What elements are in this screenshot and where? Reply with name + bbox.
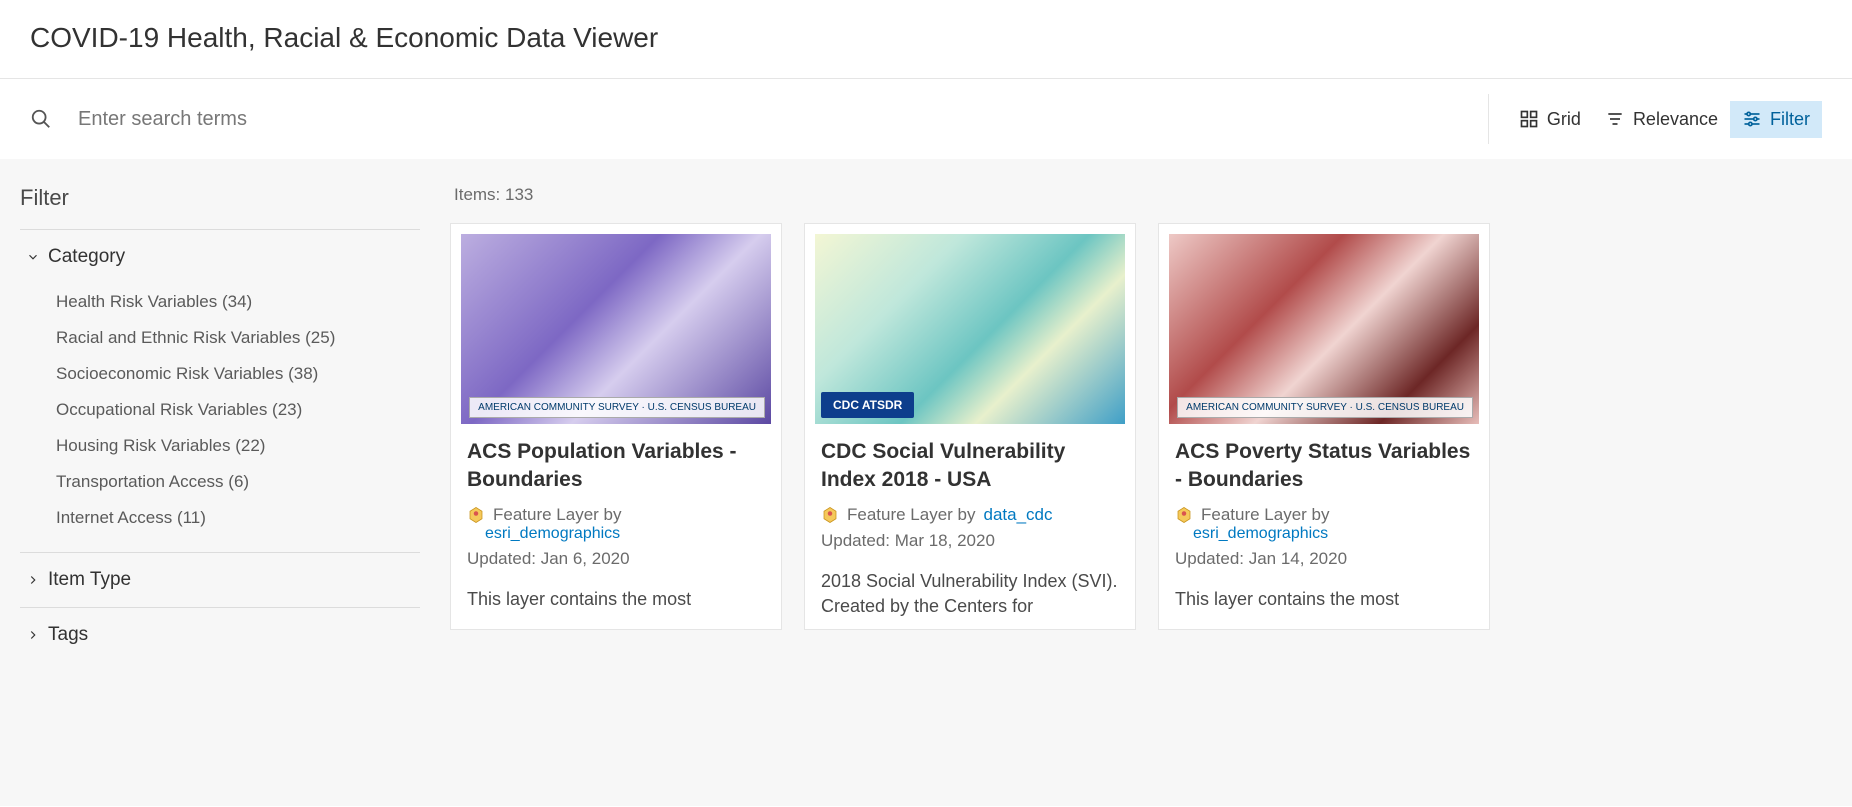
result-card: AMERICAN COMMUNITY SURVEY · U.S. CENSUS … bbox=[450, 223, 782, 630]
facet-item[interactable]: Housing Risk Variables (22) bbox=[56, 428, 420, 464]
author-link[interactable]: esri_demographics bbox=[485, 525, 765, 543]
feature-layer-icon bbox=[1175, 505, 1193, 525]
search-input[interactable] bbox=[78, 108, 578, 131]
item-type-label: Feature Layer by bbox=[493, 505, 622, 525]
card-grid: AMERICAN COMMUNITY SURVEY · U.S. CENSUS … bbox=[450, 223, 1842, 630]
item-type-label: Feature Layer by bbox=[847, 505, 976, 525]
facet-tags: Tags bbox=[20, 607, 420, 662]
feature-layer-icon bbox=[467, 505, 485, 525]
facet-item[interactable]: Occupational Risk Variables (23) bbox=[56, 392, 420, 428]
sort-icon bbox=[1605, 109, 1625, 129]
facet-category-header[interactable]: Category bbox=[20, 230, 420, 284]
card-body: ACS Poverty Status Variables - Boundarie… bbox=[1159, 424, 1489, 622]
card-description: This layer contains the most bbox=[467, 587, 765, 612]
item-type-label: Feature Layer by bbox=[1201, 505, 1330, 525]
grid-label: Grid bbox=[1547, 109, 1581, 130]
card-thumbnail[interactable]: CDC ATSDR bbox=[805, 224, 1135, 424]
updated-label: Updated: Jan 14, 2020 bbox=[1175, 549, 1473, 569]
card-thumbnail[interactable]: AMERICAN COMMUNITY SURVEY · U.S. CENSUS … bbox=[1159, 224, 1489, 424]
updated-label: Updated: Mar 18, 2020 bbox=[821, 531, 1119, 551]
card-title[interactable]: ACS Poverty Status Variables - Boundarie… bbox=[1175, 438, 1473, 495]
card-meta: Feature Layer by bbox=[467, 505, 765, 525]
facet-category: Category Health Risk Variables (34) Raci… bbox=[20, 229, 420, 552]
card-title[interactable]: CDC Social Vulnerability Index 2018 - US… bbox=[821, 438, 1119, 495]
thumbnail-badge: AMERICAN COMMUNITY SURVEY · U.S. CENSUS … bbox=[469, 397, 765, 418]
card-title[interactable]: ACS Population Variables - Boundaries bbox=[467, 438, 765, 495]
sort-label: Relevance bbox=[1633, 109, 1718, 130]
card-body: ACS Population Variables - Boundaries Fe… bbox=[451, 424, 781, 622]
result-card: AMERICAN COMMUNITY SURVEY · U.S. CENSUS … bbox=[1158, 223, 1490, 630]
filter-icon bbox=[1742, 109, 1762, 129]
author-link[interactable]: data_cdc bbox=[984, 505, 1053, 525]
chevron-right-icon bbox=[26, 573, 40, 587]
feature-layer-icon bbox=[821, 505, 839, 525]
updated-label: Updated: Jan 6, 2020 bbox=[467, 549, 765, 569]
sidebar-title: Filter bbox=[20, 185, 420, 211]
thumbnail-badge: AMERICAN COMMUNITY SURVEY · U.S. CENSUS … bbox=[1177, 397, 1473, 418]
main: Filter Category Health Risk Variables (3… bbox=[0, 159, 1852, 806]
chevron-down-icon bbox=[26, 250, 40, 264]
facet-item[interactable]: Transportation Access (6) bbox=[56, 464, 420, 500]
filter-label: Filter bbox=[1770, 109, 1810, 130]
facet-item-type: Item Type bbox=[20, 552, 420, 607]
sort-button[interactable]: Relevance bbox=[1593, 101, 1730, 138]
filter-toggle-button[interactable]: Filter bbox=[1730, 101, 1822, 138]
facet-item[interactable]: Health Risk Variables (34) bbox=[56, 284, 420, 320]
facet-tags-header[interactable]: Tags bbox=[20, 608, 420, 662]
card-description: 2018 Social Vulnerability Index (SVI). C… bbox=[821, 569, 1119, 619]
card-meta: Feature Layer by data_cdc bbox=[821, 505, 1119, 525]
toolbar-divider bbox=[1488, 94, 1489, 144]
card-meta: Feature Layer by bbox=[1175, 505, 1473, 525]
search-wrap bbox=[30, 108, 1470, 131]
facet-tags-label: Tags bbox=[48, 624, 88, 646]
card-description: This layer contains the most bbox=[1175, 587, 1473, 612]
chevron-right-icon bbox=[26, 628, 40, 642]
card-body: CDC Social Vulnerability Index 2018 - US… bbox=[805, 424, 1135, 629]
facet-item[interactable]: Internet Access (11) bbox=[56, 500, 420, 536]
layout-grid-button[interactable]: Grid bbox=[1507, 101, 1593, 138]
card-thumbnail[interactable]: AMERICAN COMMUNITY SURVEY · U.S. CENSUS … bbox=[451, 224, 781, 424]
sidebar: Filter Category Health Risk Variables (3… bbox=[0, 159, 440, 806]
toolbar: Grid Relevance Filter bbox=[0, 79, 1852, 159]
page-header: COVID-19 Health, Racial & Economic Data … bbox=[0, 0, 1852, 79]
facet-category-list: Health Risk Variables (34) Racial and Et… bbox=[20, 284, 420, 552]
facet-item-type-label: Item Type bbox=[48, 569, 131, 591]
result-card: CDC ATSDR CDC Social Vulnerability Index … bbox=[804, 223, 1136, 630]
facet-category-label: Category bbox=[48, 246, 125, 268]
thumbnail-badge: CDC ATSDR bbox=[821, 392, 914, 418]
search-icon bbox=[30, 108, 52, 130]
items-count: Items: 133 bbox=[454, 185, 1842, 205]
content: Items: 133 AMERICAN COMMUNITY SURVEY · U… bbox=[440, 159, 1852, 806]
facet-item[interactable]: Racial and Ethnic Risk Variables (25) bbox=[56, 320, 420, 356]
facet-item[interactable]: Socioeconomic Risk Variables (38) bbox=[56, 356, 420, 392]
facet-item-type-header[interactable]: Item Type bbox=[20, 553, 420, 607]
author-link[interactable]: esri_demographics bbox=[1193, 525, 1473, 543]
page-title: COVID-19 Health, Racial & Economic Data … bbox=[30, 22, 1822, 54]
grid-icon bbox=[1519, 109, 1539, 129]
